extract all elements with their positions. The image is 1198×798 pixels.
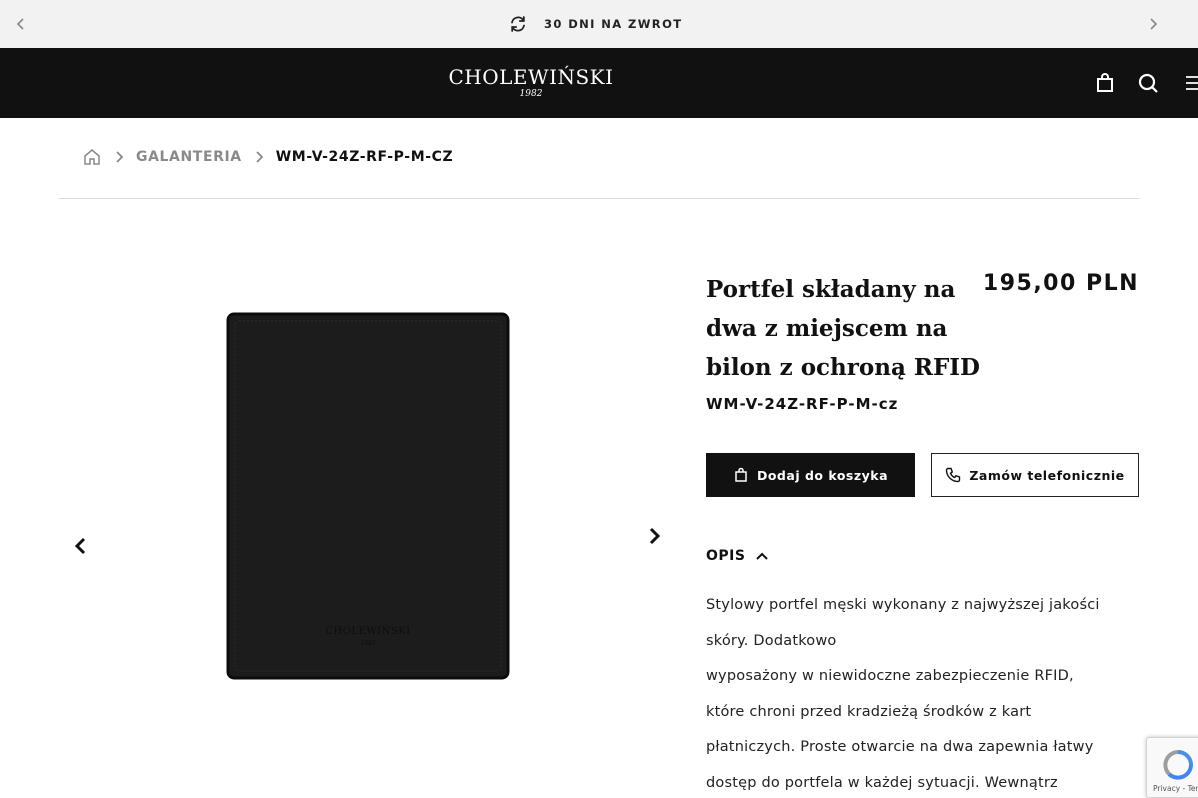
chevron-up-icon <box>756 552 769 560</box>
phone-order-button[interactable]: Zamów telefonicznie <box>931 453 1139 497</box>
chevron-right-icon[interactable] <box>1143 14 1163 34</box>
promo-message: 30 DNI NA ZWROT <box>508 13 683 35</box>
search-icon[interactable] <box>1137 72 1159 94</box>
description-line: płatniczych. Proste otwarcie na dwa zape… <box>706 739 1094 755</box>
menu-icon[interactable] <box>1184 72 1198 94</box>
logo-year: 1982 <box>519 89 543 99</box>
recaptcha-badge[interactable]: Privacy - Terms <box>1146 737 1198 798</box>
breadcrumb-category[interactable]: GALANTERIA <box>136 149 242 165</box>
breadcrumb: GALANTERIA WM-V-24Z-RF-P-M-CZ <box>82 146 453 168</box>
phone-icon <box>946 467 961 483</box>
promo-bar: 30 DNI NA ZWROT <box>0 0 1198 48</box>
description-line: skóry. Dodatkowo <box>706 632 837 649</box>
refresh-icon <box>511 16 525 32</box>
promo-text: 30 DNI NA ZWROT <box>544 17 683 31</box>
cart-icon[interactable] <box>1094 72 1116 94</box>
recaptcha-footer[interactable]: Privacy - Terms <box>1153 784 1198 793</box>
recaptcha-icon <box>1163 750 1193 780</box>
gallery-next-icon[interactable] <box>642 524 666 548</box>
logo-name: CHOLEWIŃSKI <box>448 65 614 89</box>
site-header: CHOLEWIŃSKI 1982 <box>0 48 1198 118</box>
cart-icon <box>735 467 747 482</box>
description-line: które chroni przed kradzieżą środków z k… <box>706 703 1032 720</box>
product-price: 195,00 PLN <box>982 271 1139 296</box>
product-sku: WM-V-24Z-RF-P-M-cz <box>706 395 899 413</box>
breadcrumb-separator-icon <box>116 151 124 163</box>
phone-order-label: Zamów telefonicznie <box>969 467 1125 483</box>
wallet-embossing: CHOLEWIŃSKI <box>325 625 410 637</box>
chevron-left-icon[interactable] <box>11 14 31 34</box>
logo[interactable]: CHOLEWIŃSKI 1982 <box>441 66 621 100</box>
breadcrumb-current: WM-V-24Z-RF-P-M-CZ <box>275 149 454 165</box>
wallet-embossing-year: 1982 <box>360 640 375 647</box>
product-title: Portfel składany na dwa z miejscem na bi… <box>706 276 981 381</box>
product-image: CHOLEWIŃSKI 1982 <box>226 312 510 680</box>
gallery-prev-icon[interactable] <box>69 534 93 558</box>
description-heading: OPIS <box>706 548 746 564</box>
description-line: dostęp do portfela w każdej sytuacji. We… <box>706 774 1058 791</box>
divider <box>59 198 1139 199</box>
breadcrumb-separator-icon <box>256 151 264 163</box>
add-to-cart-button[interactable]: Dodaj do koszyka <box>706 453 915 497</box>
description-text: Stylowy portfel męski wykonany z najwyżs… <box>706 588 1142 798</box>
home-icon[interactable] <box>82 147 102 167</box>
description-line: Stylowy portfel męski wykonany z najwyżs… <box>706 597 1100 613</box>
description-toggle[interactable]: OPIS <box>706 548 769 564</box>
description-line: wyposażony w niewidoczne zabezpieczenie … <box>706 668 1074 684</box>
product-gallery: CHOLEWIŃSKI 1982 <box>59 270 681 790</box>
add-to-cart-label: Dodaj do koszyka <box>756 467 889 483</box>
